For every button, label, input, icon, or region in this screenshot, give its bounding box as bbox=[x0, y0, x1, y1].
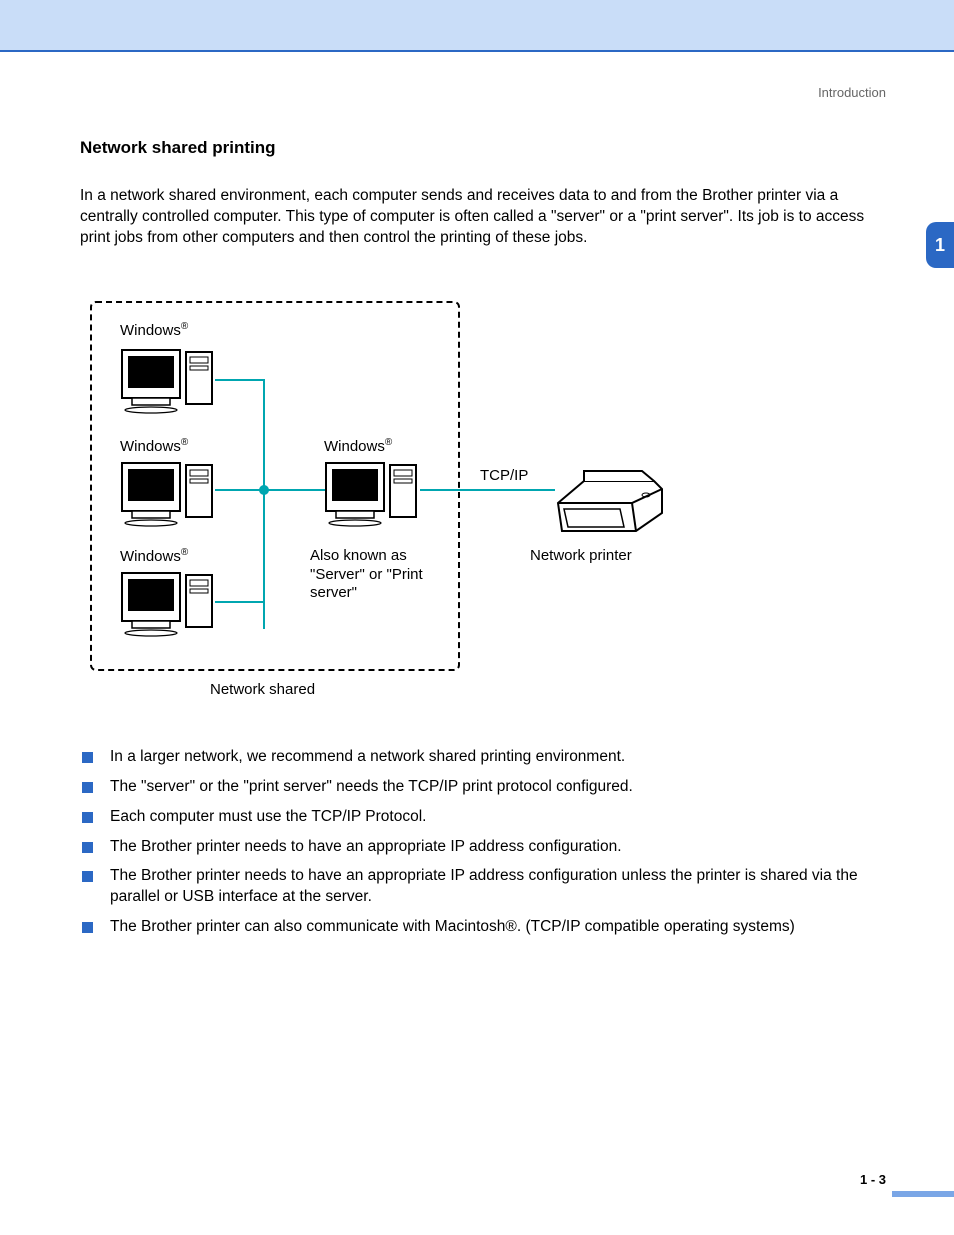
list-item: In a larger network, we recommend a netw… bbox=[80, 747, 890, 768]
line-to-c1 bbox=[215, 379, 265, 381]
header-band bbox=[0, 0, 954, 52]
chapter-tab: 1 bbox=[926, 222, 954, 268]
printer-label: Network printer bbox=[530, 547, 632, 564]
tcpip-label: TCP/IP bbox=[480, 467, 528, 484]
network-shared-label: Network shared bbox=[210, 681, 315, 698]
list-item: The "server" or the "print server" needs… bbox=[80, 777, 890, 798]
intro-paragraph: In a network shared environment, each co… bbox=[80, 186, 890, 249]
bullet-list: In a larger network, we recommend a netw… bbox=[80, 747, 890, 938]
footer-accent-bar bbox=[892, 1191, 954, 1197]
client3-label: Windows® bbox=[120, 547, 188, 565]
network-printer-icon bbox=[550, 459, 670, 544]
list-item: The Brother printer can also communicate… bbox=[80, 917, 890, 938]
page-content: Network shared printing In a network sha… bbox=[80, 138, 890, 947]
line-to-c3 bbox=[215, 601, 265, 603]
server-label: Windows® bbox=[324, 437, 392, 455]
client2-label: Windows® bbox=[120, 437, 188, 455]
client1-pc-icon bbox=[118, 344, 208, 414]
line-to-c2 bbox=[215, 489, 265, 491]
client2-pc-icon bbox=[118, 457, 208, 527]
server-pc-icon bbox=[322, 457, 412, 527]
list-item: The Brother printer needs to have an app… bbox=[80, 837, 890, 858]
server-sublabel: Also known as "Server" or "Print server" bbox=[310, 547, 450, 603]
list-item: The Brother printer needs to have an app… bbox=[80, 866, 890, 908]
section-heading: Network shared printing bbox=[80, 138, 890, 158]
line-vertical bbox=[263, 379, 265, 629]
line-to-printer bbox=[420, 489, 555, 491]
client1-label: Windows® bbox=[120, 321, 188, 339]
list-item: Each computer must use the TCP/IP Protoc… bbox=[80, 807, 890, 828]
client3-pc-icon bbox=[118, 567, 208, 637]
page-number: 1 - 3 bbox=[860, 1172, 886, 1187]
junction-dot-icon bbox=[259, 485, 269, 495]
network-diagram: Windows® Windows® Windows® Windows® Also… bbox=[80, 289, 720, 709]
chapter-name: Introduction bbox=[818, 85, 886, 100]
